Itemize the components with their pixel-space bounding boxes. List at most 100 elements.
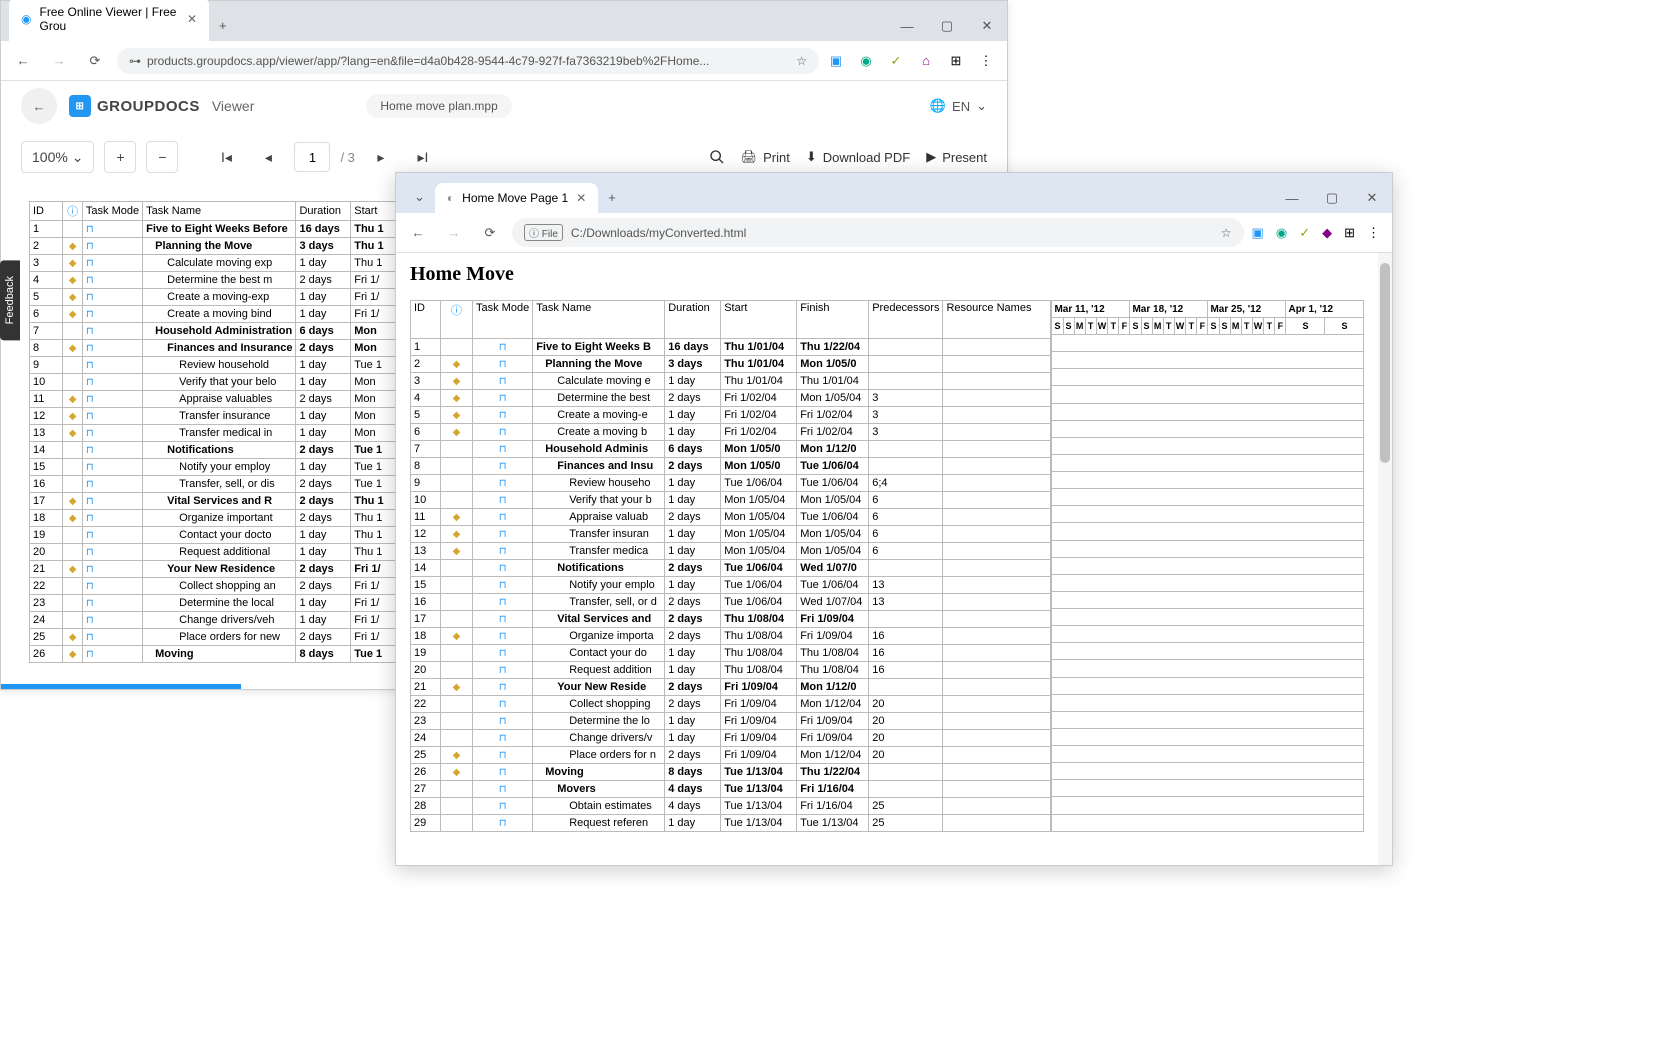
ext-icon[interactable]: ✓ [1299,225,1310,241]
table-row[interactable]: 1 ⊓ Five to Eight Weeks B 16 days Thu 1/… [411,339,1051,356]
table-row[interactable]: 16 ⊓ Transfer, sell, or dis 2 days Tue 1 [30,476,399,493]
table-row[interactable]: 20 ⊓ Request additional 1 day Thu 1 [30,544,399,561]
puzzle-icon[interactable]: ⊞ [947,52,965,70]
table-row[interactable]: 10 ⊓ Verify that your belo 1 day Mon [30,374,399,391]
new-tab-button[interactable]: + [598,182,626,213]
table-row[interactable]: 14 ⊓ Notifications 2 days Tue 1 [30,442,399,459]
maximize-button[interactable]: ▢ [1312,183,1352,213]
scrollbar-thumb[interactable] [1380,263,1390,463]
app-back-button[interactable]: ← [21,88,57,124]
table-row[interactable]: 10 ⊓ Verify that your b 1 day Mon 1/05/0… [411,492,1051,509]
table-row[interactable]: 4 ◆ ⊓ Determine the best m 2 days Fri 1/ [30,272,399,289]
table-row[interactable]: 21 ◆ ⊓ Your New Residence 2 days Fri 1/ [30,561,399,578]
table-row[interactable]: 19 ⊓ Contact your do 1 day Thu 1/08/04 T… [411,645,1051,662]
ext-icon[interactable]: ▣ [1252,225,1264,241]
ext-icon[interactable]: ◉ [857,52,875,70]
table-row[interactable]: 4 ◆ ⊓ Determine the best 2 days Fri 1/02… [411,390,1051,407]
ext-icon[interactable]: ✓ [887,52,905,70]
zoom-out-button[interactable]: − [146,141,178,173]
zoom-in-button[interactable]: + [104,141,136,173]
address-bar[interactable]: ⓘ File C:/Downloads/myConverted.html ☆ [512,218,1244,247]
back-button[interactable]: ← [404,219,432,247]
table-row[interactable]: 24 ⊓ Change drivers/v 1 day Fri 1/09/04 … [411,730,1051,747]
ext-icon[interactable]: ◉ [1276,225,1287,241]
star-icon[interactable]: ☆ [1221,226,1232,240]
forward-button[interactable]: → [440,219,468,247]
close-button[interactable]: ✕ [967,11,1007,41]
reload-button[interactable]: ⟳ [476,219,504,247]
table-row[interactable]: 1 ⊓ Five to Eight Weeks Before 16 days T… [30,221,399,238]
ext-icon[interactable]: ◆ [1322,225,1332,241]
print-button[interactable]: 🖨 Print [741,149,790,165]
table-row[interactable]: 23 ⊓ Determine the lo 1 day Fri 1/09/04 … [411,713,1051,730]
table-row[interactable]: 19 ⊓ Contact your docto 1 day Thu 1 [30,527,399,544]
download-button[interactable]: ⬇ Download PDF [806,149,910,165]
table-row[interactable]: 3 ◆ ⊓ Calculate moving exp 1 day Thu 1 [30,255,399,272]
table-row[interactable]: 26 ◆ ⊓ Moving 8 days Tue 1 [30,646,399,663]
table-row[interactable]: 11 ◆ ⊓ Appraise valuab 2 days Mon 1/05/0… [411,509,1051,526]
table-row[interactable]: 15 ⊓ Notify your emplo 1 day Tue 1/06/04… [411,577,1051,594]
forward-button[interactable]: → [45,47,73,75]
table-row[interactable]: 6 ◆ ⊓ Create a moving b 1 day Fri 1/02/0… [411,424,1051,441]
table-row[interactable]: 25 ◆ ⊓ Place orders for new 2 days Fri 1… [30,629,399,646]
table-row[interactable]: 24 ⊓ Change drivers/veh 1 day Fri 1/ [30,612,399,629]
table-row[interactable]: 14 ⊓ Notifications 2 days Tue 1/06/04 We… [411,560,1051,577]
table-row[interactable]: 7 ⊓ Household Administration 6 days Mon [30,323,399,340]
back-button[interactable]: ← [9,47,37,75]
table-row[interactable]: 17 ◆ ⊓ Vital Services and R 2 days Thu 1 [30,493,399,510]
first-page-button[interactable]: I◂ [210,141,242,173]
close-icon[interactable]: ✕ [576,191,586,205]
table-row[interactable]: 7 ⊓ Household Adminis 6 days Mon 1/05/0 … [411,441,1051,458]
tab-search-button[interactable]: ⌄ [404,181,435,213]
address-bar[interactable]: ⊶ products.groupdocs.app/viewer/app/?lan… [117,48,819,74]
table-row[interactable]: 9 ⊓ Review household 1 day Tue 1 [30,357,399,374]
table-row[interactable]: 9 ⊓ Review househo 1 day Tue 1/06/04 Tue… [411,475,1051,492]
table-row[interactable]: 6 ◆ ⊓ Create a moving bind 1 day Fri 1/ [30,306,399,323]
table-row[interactable]: 25 ◆ ⊓ Place orders for n 2 days Fri 1/0… [411,747,1051,764]
prev-page-button[interactable]: ◂ [252,141,284,173]
table-row[interactable]: 26 ◆ ⊓ Moving 8 days Tue 1/13/04 Thu 1/2… [411,764,1051,781]
zoom-dropdown[interactable]: 100% ⌄ [21,141,94,173]
close-button[interactable]: ✕ [1352,183,1392,213]
new-tab-button[interactable]: + [209,10,237,41]
vertical-scrollbar[interactable] [1378,253,1392,865]
close-icon[interactable]: ✕ [187,12,197,26]
table-row[interactable]: 21 ◆ ⊓ Your New Reside 2 days Fri 1/09/0… [411,679,1051,696]
table-row[interactable]: 18 ◆ ⊓ Organize important 2 days Thu 1 [30,510,399,527]
table-row[interactable]: 2 ◆ ⊓ Planning the Move 3 days Thu 1/01/… [411,356,1051,373]
next-page-button[interactable]: ▸ [365,141,397,173]
browser-tab[interactable]: ◉ Free Online Viewer | Free Grou ✕ [9,0,209,41]
menu-button[interactable]: ⋮ [1367,225,1380,241]
ext-icon[interactable]: ⌂ [917,52,935,70]
table-row[interactable]: 29 ⊓ Request referen 1 day Tue 1/13/04 T… [411,815,1051,832]
table-row[interactable]: 12 ◆ ⊓ Transfer insuran 1 day Mon 1/05/0… [411,526,1051,543]
ext-icon[interactable]: ▣ [827,52,845,70]
table-row[interactable]: 23 ⊓ Determine the local 1 day Fri 1/ [30,595,399,612]
table-row[interactable]: 13 ◆ ⊓ Transfer medical in 1 day Mon [30,425,399,442]
browser-tab[interactable]: ◐ Home Move Page 1 ✕ [435,183,598,213]
table-row[interactable]: 22 ⊓ Collect shopping an 2 days Fri 1/ [30,578,399,595]
table-row[interactable]: 20 ⊓ Request addition 1 day Thu 1/08/04 … [411,662,1051,679]
table-row[interactable]: 17 ⊓ Vital Services and 2 days Thu 1/08/… [411,611,1051,628]
table-row[interactable]: 5 ◆ ⊓ Create a moving-e 1 day Fri 1/02/0… [411,407,1051,424]
minimize-button[interactable]: — [1272,183,1312,213]
menu-button[interactable]: ⋮ [977,52,995,70]
table-row[interactable]: 12 ◆ ⊓ Transfer insurance 1 day Mon [30,408,399,425]
last-page-button[interactable]: ▸I [407,141,439,173]
table-row[interactable]: 27 ⊓ Movers 4 days Tue 1/13/04 Fri 1/16/… [411,781,1051,798]
star-icon[interactable]: ☆ [796,54,807,68]
table-row[interactable]: 13 ◆ ⊓ Transfer medica 1 day Mon 1/05/04… [411,543,1051,560]
table-row[interactable]: 22 ⊓ Collect shopping 2 days Fri 1/09/04… [411,696,1051,713]
table-row[interactable]: 3 ◆ ⊓ Calculate moving e 1 day Thu 1/01/… [411,373,1051,390]
table-row[interactable]: 2 ◆ ⊓ Planning the Move 3 days Thu 1 [30,238,399,255]
table-row[interactable]: 8 ◆ ⊓ Finances and Insurance 2 days Mon [30,340,399,357]
table-row[interactable]: 15 ⊓ Notify your employ 1 day Tue 1 [30,459,399,476]
language-selector[interactable]: 🌐 EN ⌄ [930,98,987,114]
search-button[interactable] [709,149,725,165]
table-row[interactable]: 18 ◆ ⊓ Organize importa 2 days Thu 1/08/… [411,628,1051,645]
table-row[interactable]: 28 ⊓ Obtain estimates 4 days Tue 1/13/04… [411,798,1051,815]
feedback-tab[interactable]: Feedback [0,260,20,340]
table-row[interactable]: 11 ◆ ⊓ Appraise valuables 2 days Mon [30,391,399,408]
puzzle-icon[interactable]: ⊞ [1344,225,1355,241]
table-row[interactable]: 5 ◆ ⊓ Create a moving-exp 1 day Fri 1/ [30,289,399,306]
